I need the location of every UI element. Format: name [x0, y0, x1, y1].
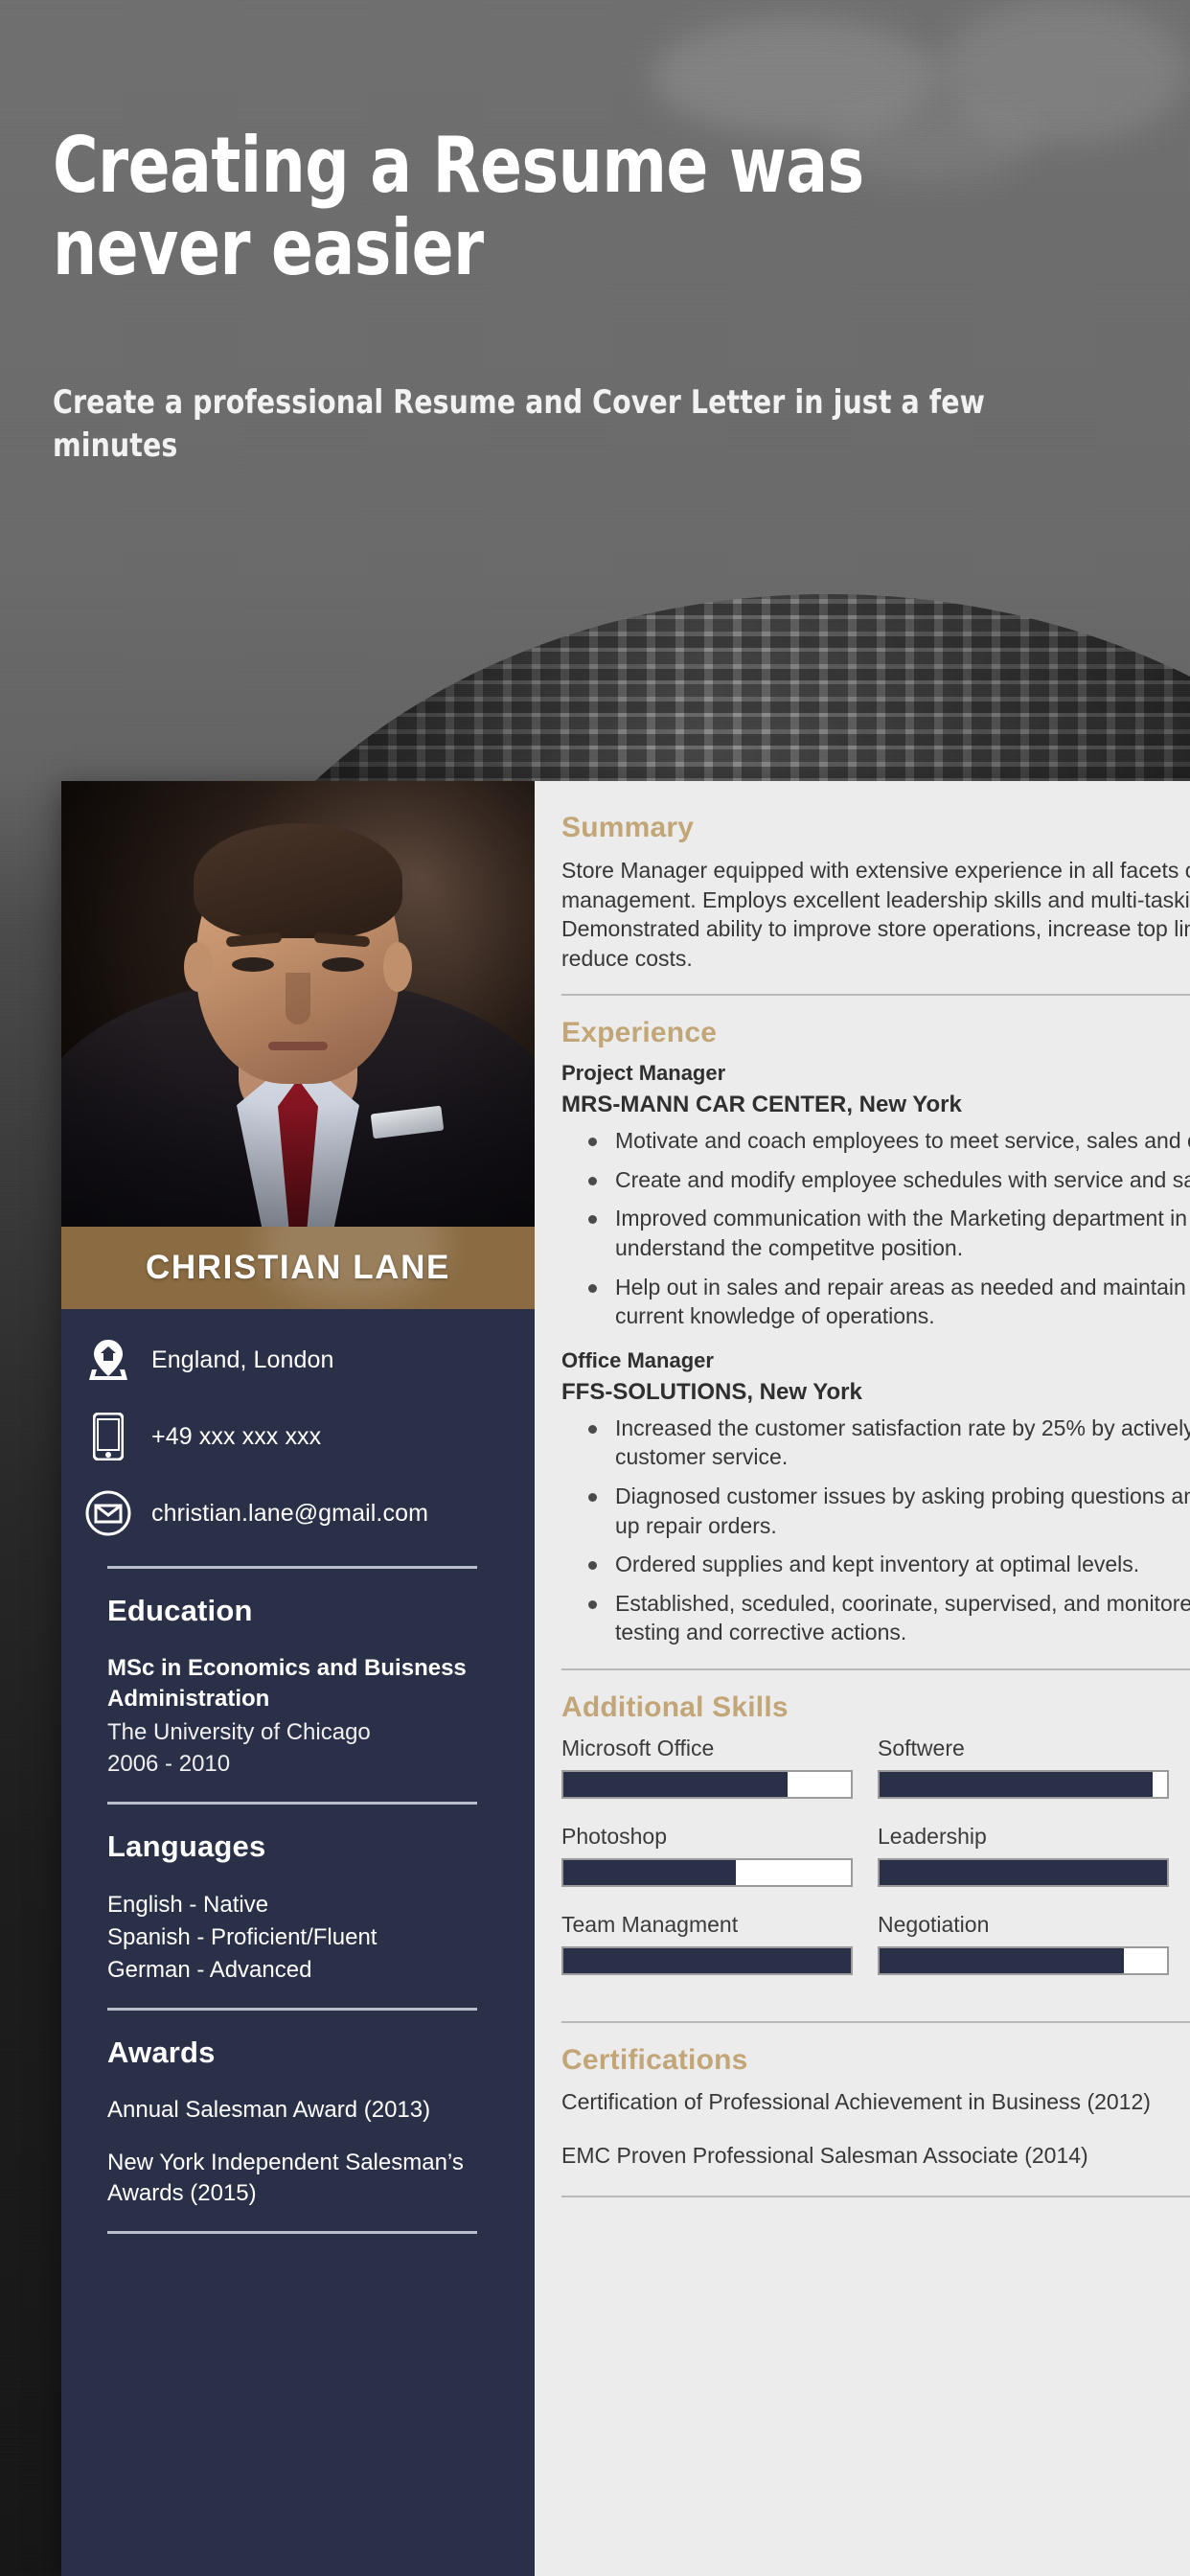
job-company: MRS-MANN CAR CENTER, New York [561, 1092, 962, 1118]
sidebar-body: England, London +49 xxx xxx xxx christia… [61, 1309, 535, 2576]
skill-item: Microsoft Office [561, 1736, 853, 1799]
sidebar-divider [107, 1802, 477, 1805]
contact-row-phone: +49 xxx xxx xxx [84, 1413, 498, 1460]
hero-title: Creating a Resume was never easier [53, 121, 864, 292]
job-bullet: Established, sceduled, coorinate, superv… [583, 1589, 1190, 1647]
job-role: Office Manager [561, 1347, 714, 1372]
job-role: Project Manager [561, 1061, 726, 1086]
language-item: English - Native [107, 1892, 269, 1918]
experience-job: Project Manager MRS-MANN CAR CENTER, New… [561, 1061, 1190, 1330]
experience-section: Experience Project Manager MRS-MANN CAR … [561, 1017, 1190, 1647]
skill-fill [880, 1859, 1167, 1885]
skill-track [561, 1945, 853, 1975]
awards-heading: Awards [107, 2036, 216, 2070]
job-bullet: Improved communication with the Marketin… [583, 1204, 1190, 1262]
skills-section: Additional Skills Microsoft Office Softw… [561, 1691, 1190, 2000]
contact-phone-value: +49 xxx xxx xxx [151, 1422, 322, 1450]
job-bullet: Create and modify employee schedules wit… [583, 1165, 1190, 1195]
hero-subtitle: Create a professional Resume and Cover L… [53, 383, 986, 466]
hero-text-block: Creating a Resume was never easier Creat… [0, 0, 1190, 468]
job-bullet: Increased the customer satisfaction rate… [583, 1414, 1190, 1472]
skill-name: Team Managment [561, 1911, 739, 1937]
skill-fill [880, 1771, 1153, 1797]
envelope-icon [84, 1489, 132, 1537]
job-bullet-list: Motivate and coach employees to meet ser… [583, 1126, 1190, 1330]
skills-heading: Additional Skills [561, 1690, 789, 1723]
award-item: Annual Salesman Award (2013) [107, 2097, 431, 2124]
contact-location-value: England, London [151, 1346, 334, 1373]
skill-name: Microsoft Office [561, 1735, 715, 1760]
skill-track [878, 1857, 1169, 1887]
certifications-section: Certifications Certification of Professi… [561, 2044, 1190, 2171]
skill-name: Softwere [878, 1735, 965, 1760]
skill-item: Negotiation [878, 1912, 1169, 1975]
education-school: The University of Chicago [107, 1718, 371, 1745]
skill-item: Photoshop [561, 1824, 853, 1887]
award-item: New York Independent Salesman’s Awards (… [107, 2149, 464, 2207]
skills-grid: Microsoft Office Softwere Photoshop Lead… [561, 1736, 1190, 2000]
skill-track [561, 1857, 853, 1887]
job-company: FFS-SOLUTIONS, New York [561, 1378, 862, 1405]
skill-track [561, 1769, 853, 1799]
summary-text: Store Manager equipped with extensive ex… [561, 858, 1190, 971]
job-bullet: Motivate and coach employees to meet ser… [583, 1126, 1190, 1156]
skill-name: Negotiation [878, 1911, 990, 1937]
sidebar-divider [107, 2231, 477, 2235]
location-pin-home-icon [84, 1336, 132, 1384]
job-bullet: Ordered supplies and kept inventory at o… [583, 1550, 1190, 1579]
section-rule [561, 1668, 1190, 1670]
contact-row-location: England, London [84, 1336, 498, 1384]
resume-preview-card[interactable]: CHRISTIAN LANE England, London +49 xxx x… [61, 781, 1190, 2576]
mobile-phone-icon [84, 1413, 132, 1460]
skill-fill [563, 1947, 851, 1973]
skill-fill [880, 1947, 1124, 1973]
skill-name: Leadership [878, 1823, 987, 1849]
skill-fill [563, 1859, 736, 1885]
language-item: German - Advanced [107, 1957, 312, 1984]
candidate-name-banner: CHRISTIAN LANE [61, 1227, 535, 1309]
awards-body: Annual Salesman Award (2013) New York In… [107, 2095, 498, 2210]
contact-row-email: christian.lane@gmail.com [84, 1489, 498, 1537]
job-bullet-list: Increased the customer satisfaction rate… [583, 1414, 1190, 1647]
candidate-name: CHRISTIAN LANE [146, 1249, 450, 1286]
language-item: Spanish - Proficient/Fluent [107, 1924, 378, 1951]
education-degree: MSc in Economics and Buisness Administra… [107, 1655, 467, 1712]
skill-track [878, 1945, 1169, 1975]
languages-heading: Languages [107, 1829, 266, 1863]
sidebar-divider [107, 2008, 477, 2012]
skill-track [878, 1769, 1169, 1799]
section-rule [561, 2195, 1190, 2197]
contact-email-value: christian.lane@gmail.com [151, 1499, 428, 1527]
education-body: MSc in Economics and Buisness Administra… [107, 1653, 498, 1781]
languages-body: English - Native Spanish - Proficient/Fl… [107, 1889, 498, 1987]
skill-item: Softwere [878, 1736, 1169, 1799]
job-bullet: Help out in sales and repair areas as ne… [583, 1273, 1190, 1331]
skill-item: Leadership [878, 1824, 1169, 1887]
certifications-heading: Certifications [561, 2043, 748, 2076]
education-heading: Education [107, 1594, 253, 1627]
experience-job: Office Manager FFS-SOLUTIONS, New York I… [561, 1348, 1190, 1647]
sidebar-divider [107, 1566, 477, 1569]
section-rule [561, 994, 1190, 997]
education-years: 2006 - 2010 [107, 1751, 231, 1778]
certification-item: Certification of Professional Achievemen… [561, 2088, 1151, 2114]
experience-heading: Experience [561, 1017, 718, 1049]
certification-item: EMC Proven Professional Salesman Associa… [561, 2142, 1088, 2168]
summary-section: Summary Store Manager equipped with exte… [561, 812, 1190, 973]
skill-name: Photoshop [561, 1823, 667, 1849]
resume-main-panel: Summary Store Manager equipped with exte… [535, 781, 1190, 2576]
skill-item: Team Managment [561, 1912, 853, 1975]
skill-fill [563, 1771, 788, 1797]
profile-photo [61, 781, 535, 1227]
summary-heading: Summary [561, 812, 695, 843]
job-bullet: Diagnosed customer issues by asking prob… [583, 1482, 1190, 1540]
resume-sidebar: CHRISTIAN LANE England, London +49 xxx x… [61, 781, 535, 2576]
section-rule [561, 2020, 1190, 2023]
